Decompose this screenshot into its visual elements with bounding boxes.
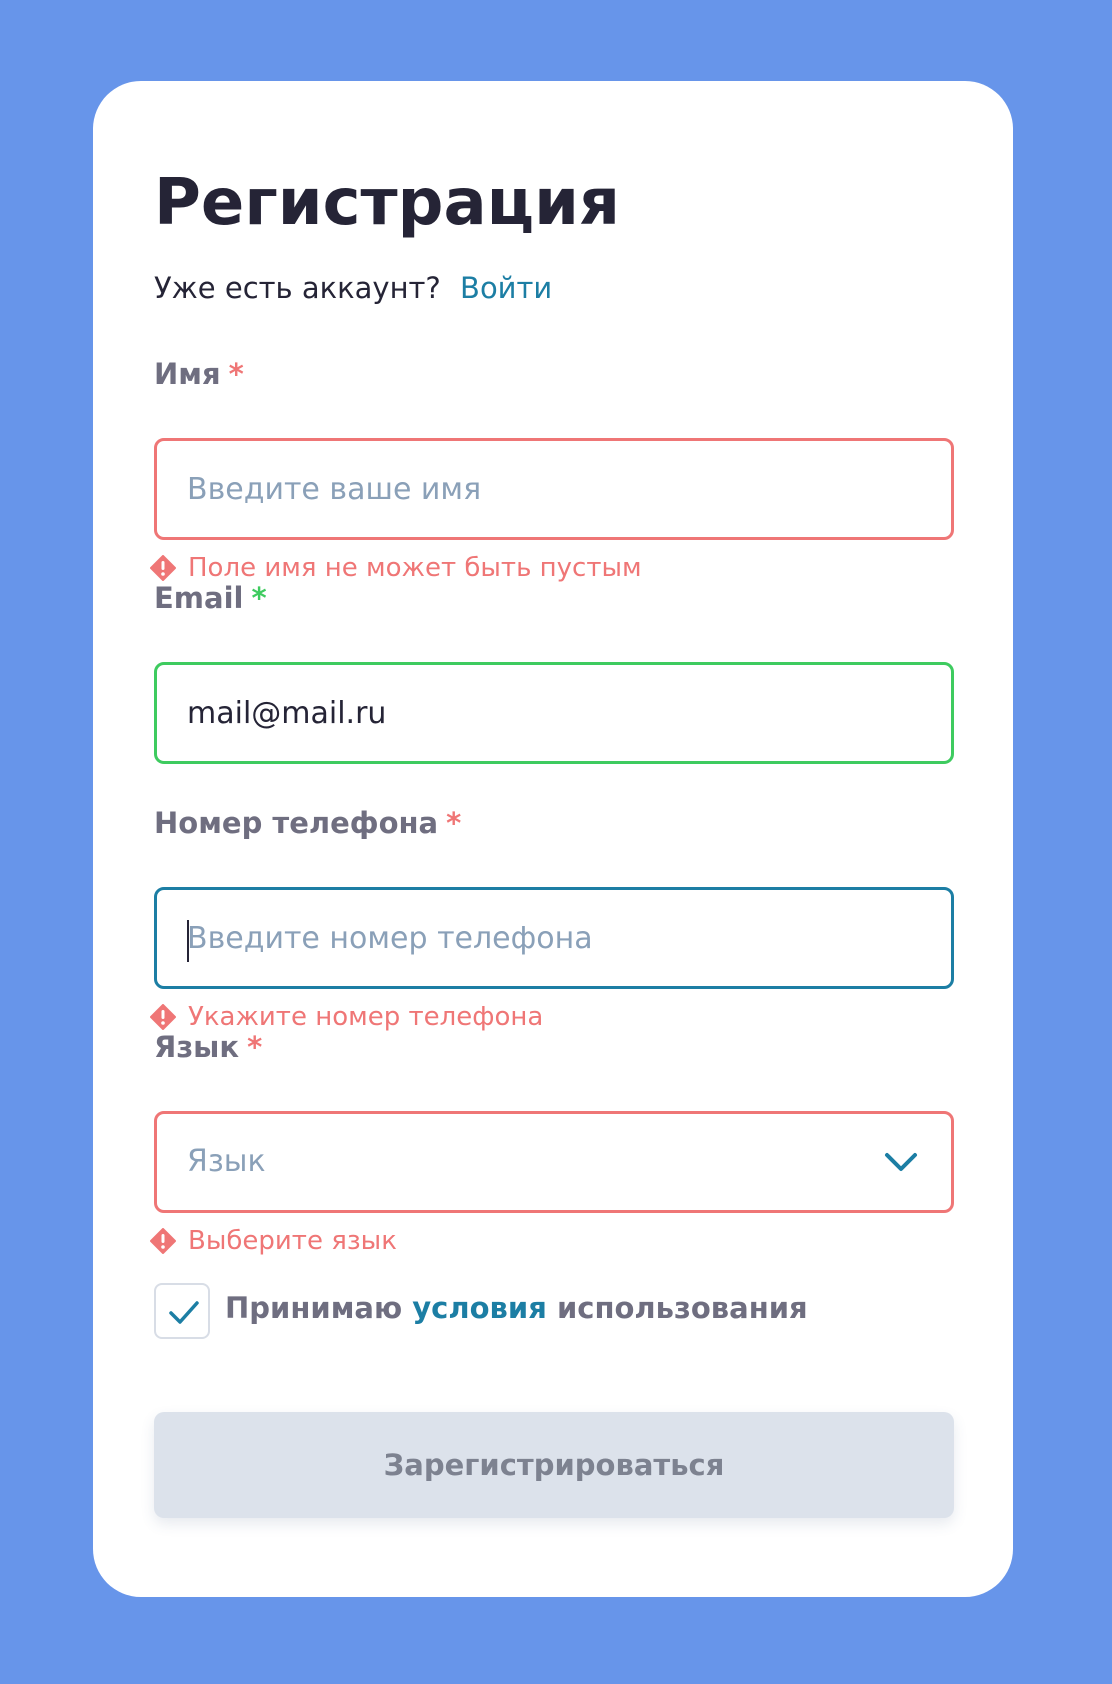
phone-input[interactable] [187,890,887,986]
language-select-value: Язык [187,1144,266,1179]
phone-error-text: Укажите номер телефона [188,1002,544,1032]
terms-prefix: Принимаю [225,1291,403,1325]
phone-error: Укажите номер телефона [150,1002,543,1032]
email-label: Email * [154,581,267,615]
text-cursor [187,920,189,962]
exclamation-diamond-icon [150,555,176,581]
page-title: Регистрация [154,166,620,240]
registration-card: Регистрация Уже есть аккаунт? Войти Имя *… [93,81,1013,1597]
phone-label: Номер телефона * [154,806,461,840]
required-star: * [446,806,462,840]
required-star: * [247,1030,263,1064]
phone-field[interactable] [154,887,954,989]
login-prompt: Уже есть аккаунт? Войти [154,271,552,305]
language-select[interactable]: Язык [154,1111,954,1213]
terms-label: Принимаю условия использования [225,1291,808,1325]
required-star: * [251,581,267,615]
chevron-down-icon [885,1153,917,1171]
email-input[interactable] [187,665,887,761]
name-field[interactable] [154,438,954,540]
phone-label-text: Номер телефона [154,806,439,840]
language-label-text: Язык [154,1030,240,1064]
name-label-text: Имя [154,357,221,391]
required-star: * [228,357,244,391]
exclamation-diamond-icon [150,1228,176,1254]
name-input[interactable] [187,441,887,537]
email-field[interactable] [154,662,954,764]
login-prompt-text: Уже есть аккаунт? [154,271,441,305]
name-error: Поле имя не может быть пустым [150,553,642,583]
terms-link[interactable]: условия [412,1291,547,1325]
terms-suffix: использования [556,1291,808,1325]
name-error-text: Поле имя не может быть пустым [188,553,642,583]
login-link[interactable]: Войти [460,271,552,305]
terms-checkbox[interactable] [154,1283,210,1339]
email-label-text: Email [154,581,244,615]
language-error-text: Выберите язык [188,1226,397,1256]
register-button[interactable]: Зарегистрироваться [154,1412,954,1518]
language-label: Язык * [154,1030,262,1064]
language-error: Выберите язык [150,1226,397,1256]
name-label: Имя * [154,357,244,391]
checkmark-icon [169,1301,199,1324]
exclamation-diamond-icon [150,1004,176,1030]
